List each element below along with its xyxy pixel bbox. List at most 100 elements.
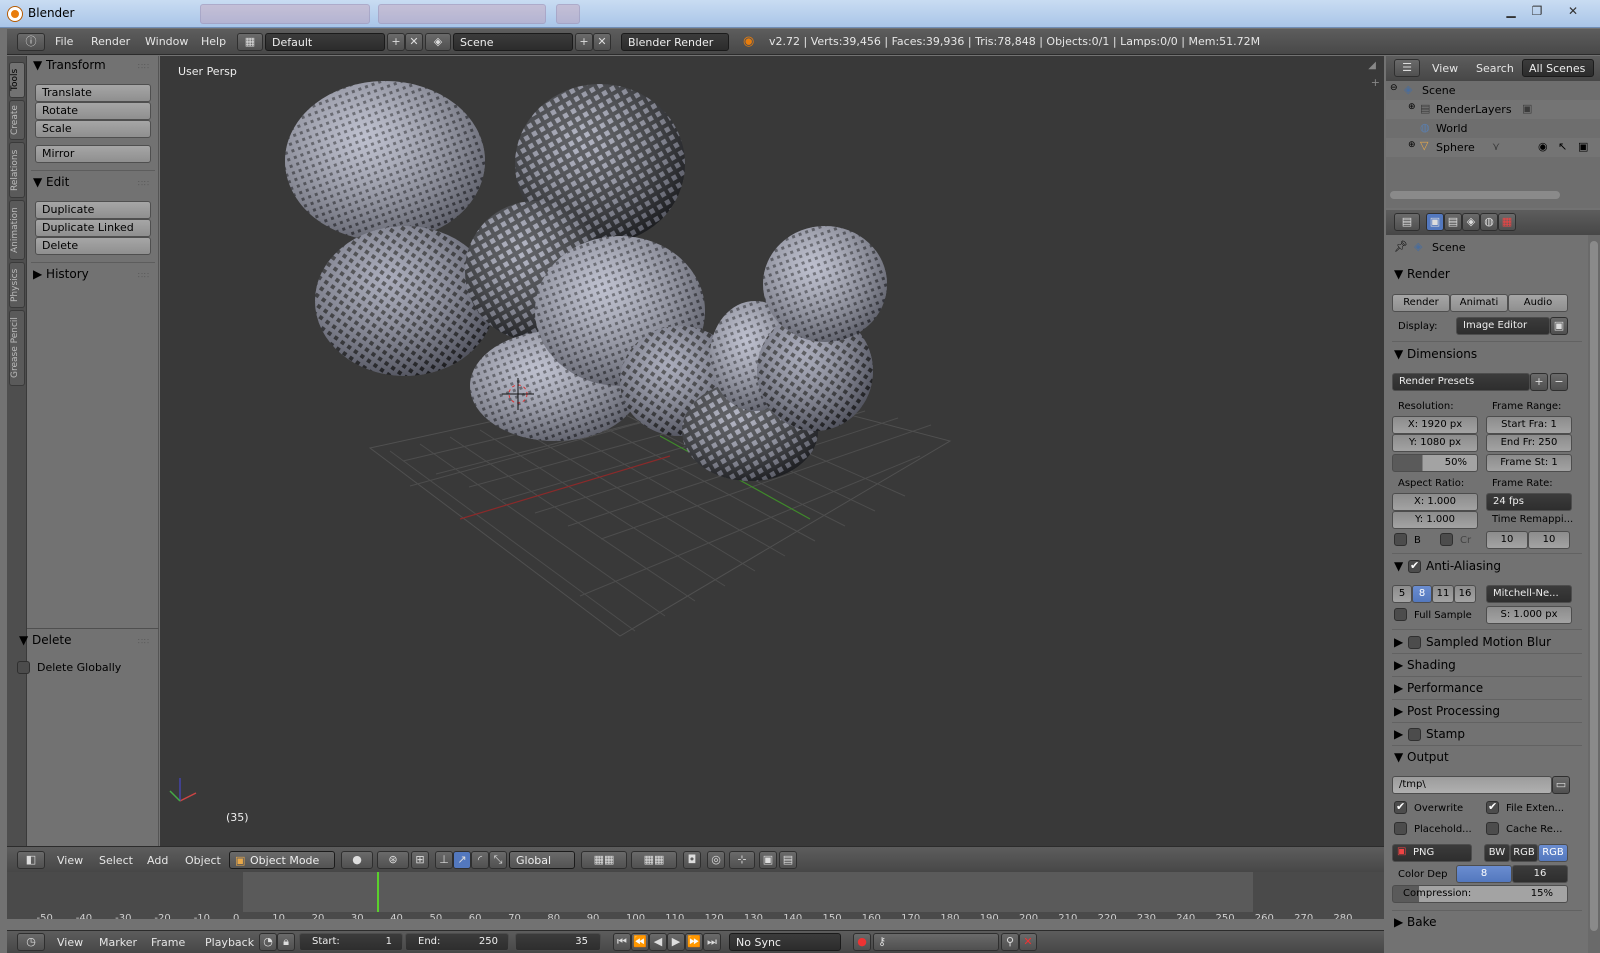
history-panel-header[interactable]: ▶ History [33,267,89,281]
tab-animation[interactable]: Animation [9,200,25,260]
add-preset-icon[interactable]: + [1530,373,1548,391]
cache-result-checkbox[interactable] [1486,822,1499,835]
mesh-data-icon[interactable]: ⋎ [1492,140,1500,153]
menu-view[interactable]: View [57,854,83,867]
remove-layout-icon[interactable]: ✕ [405,33,423,51]
color-rgb-button[interactable]: RGB [1510,844,1538,862]
tab-physics[interactable]: Physics [9,262,25,308]
display-options-icon[interactable]: ▣ [1550,317,1568,335]
outliner-scrollbar[interactable] [1390,191,1560,199]
timeline-menu-playback[interactable]: Playback [205,936,254,949]
timeline-menu-view[interactable]: View [57,936,83,949]
color-bw-button[interactable]: BW [1484,844,1510,862]
placeholders-checkbox[interactable] [1394,822,1407,835]
jump-start-icon[interactable]: ⏮ [613,933,631,951]
expand-icon[interactable]: ⊖ [1390,83,1398,93]
world-context-icon[interactable]: ◍ [1480,213,1498,231]
pin-icon[interactable]: 📌︎ [1394,240,1408,253]
shading-panel-header[interactable]: ▶ Shading [1394,658,1580,672]
folder-browse-icon[interactable]: ▭ [1552,776,1570,794]
lock-camera-icon[interactable]: ◘ [683,851,701,869]
aa-samples-11[interactable]: 11 [1432,585,1454,603]
remap-old-field[interactable]: 10 [1486,531,1528,549]
rotate-button[interactable]: Rotate [35,102,151,120]
render-image-icon[interactable]: ▣ [759,851,777,869]
dimensions-panel-header[interactable]: ▼ Dimensions [1394,347,1580,361]
scale-button[interactable]: Scale [35,120,151,138]
output-panel-header[interactable]: ▼ Output [1394,750,1580,764]
properties-toggle-icon[interactable]: + [1371,76,1380,89]
menu-help[interactable]: Help [201,35,226,48]
color-depth-8-button[interactable]: 8 [1456,865,1512,883]
viewport-shading-icon[interactable]: ● [341,851,373,869]
add-scene-icon[interactable]: + [575,33,593,51]
aa-samples-5[interactable]: 5 [1392,585,1412,603]
remove-preset-icon[interactable]: − [1550,373,1568,391]
keying-set-icon[interactable]: ⚷ [873,933,999,951]
duplicate-button[interactable]: Duplicate [35,201,151,219]
menu-add[interactable]: Add [147,854,168,867]
proportional-edit-icon[interactable]: ◎ [707,851,725,869]
outliner-row[interactable]: ⊖ ◈ Scene [1386,81,1600,100]
scale-manipulator-icon[interactable]: ⤡ [489,851,507,869]
selectable-cursor-icon[interactable]: ↖ [1558,140,1567,153]
sync-mode-dropdown[interactable]: No Sync [729,933,841,951]
motion-blur-checkbox[interactable] [1408,636,1421,649]
color-rgba-button[interactable]: RGB [1538,844,1568,862]
render-presets-dropdown[interactable]: Render Presets [1392,373,1530,391]
transform-panel-header[interactable]: ▼ Transform [33,58,106,72]
resolution-percentage-slider[interactable]: 50% [1392,454,1478,472]
editor-type-icon[interactable]: ◧ [17,851,45,869]
manipulator-icon[interactable]: ⊞ [411,851,429,869]
file-extensions-checkbox[interactable] [1486,800,1499,814]
translate-manipulator-icon[interactable]: ↗ [453,851,471,869]
timeline-editor-type-icon[interactable]: ◷ [17,933,45,951]
jump-keyframe-back-icon[interactable]: ⏪ [631,933,649,951]
render-context-icon[interactable]: ▣ [1426,213,1444,231]
delete-operator-header[interactable]: ▼ Delete [19,633,71,647]
drag-grip-icon[interactable]: ∷∷ [138,637,150,646]
transform-orientation-dropdown[interactable]: Global [509,851,575,869]
current-frame-field[interactable]: 35 [515,933,601,951]
aspect-y-field[interactable]: Y: 1.000 [1392,511,1478,529]
scene-canvas[interactable] [160,56,1384,846]
properties-editor-type-icon[interactable]: ▤ [1394,213,1420,231]
drag-grip-icon[interactable]: ∷∷ [138,271,150,280]
output-path-field[interactable]: /tmp\ [1392,776,1552,794]
aa-samples-16[interactable]: 16 [1454,585,1476,603]
record-icon[interactable]: ● [853,933,871,951]
aa-samples-8[interactable]: 8 [1412,585,1432,603]
resolution-y-field[interactable]: Y: 1080 px [1392,434,1478,452]
renderable-camera-icon[interactable]: ▣ [1578,140,1588,153]
add-layout-icon[interactable]: + [387,33,405,51]
color-depth-16-button[interactable]: 16 [1512,865,1568,883]
render-panel-header[interactable]: ▼ Render [1394,267,1580,281]
info-editor-type-icon[interactable]: ⓘ [17,33,45,51]
outliner-menu-view[interactable]: View [1432,62,1458,75]
menu-object[interactable]: Object [185,854,221,867]
outliner-row[interactable]: ⊕ ▤ RenderLayers ▣ [1386,100,1600,119]
filter-size-field[interactable]: S: 1.000 px [1486,606,1572,624]
render-layer-icon[interactable]: ▣ [1522,102,1532,115]
delete-globally-checkbox[interactable] [17,661,30,674]
screen-layout-icon[interactable]: ▦ [237,33,263,51]
3d-viewport[interactable]: User Persp (35) ◢ + [160,56,1384,846]
outliner-row[interactable]: ⊕ ▽ Sphere ⋎ ◉ ↖ ▣ [1386,138,1600,157]
scrollbar-thumb[interactable] [1590,241,1598,931]
expand-icon[interactable]: ⊕ [1408,140,1416,150]
scene-field[interactable]: Scene [453,33,573,51]
snap-icon[interactable]: ⊹ [729,851,755,869]
render-animation-button[interactable]: Animati [1450,294,1508,312]
menu-select[interactable]: Select [99,854,133,867]
post-processing-panel-header[interactable]: ▶ Post Processing [1394,704,1580,718]
lock-icon[interactable]: 🔒︎ [277,933,295,951]
aa-filter-dropdown[interactable]: Mitchell-Ne... [1486,585,1572,603]
performance-panel-header[interactable]: ▶ Performance [1394,681,1580,695]
visibility-eye-icon[interactable]: ◉ [1538,140,1548,153]
scene-context-icon[interactable]: ◈ [1462,213,1480,231]
tab-create[interactable]: Create [9,100,25,140]
properties-scrollbar[interactable] [1588,235,1600,953]
layout-field[interactable]: Default [265,33,385,51]
outliner-editor-type-icon[interactable]: ☰ [1394,59,1420,77]
timeline-menu-marker[interactable]: Marker [99,936,137,949]
